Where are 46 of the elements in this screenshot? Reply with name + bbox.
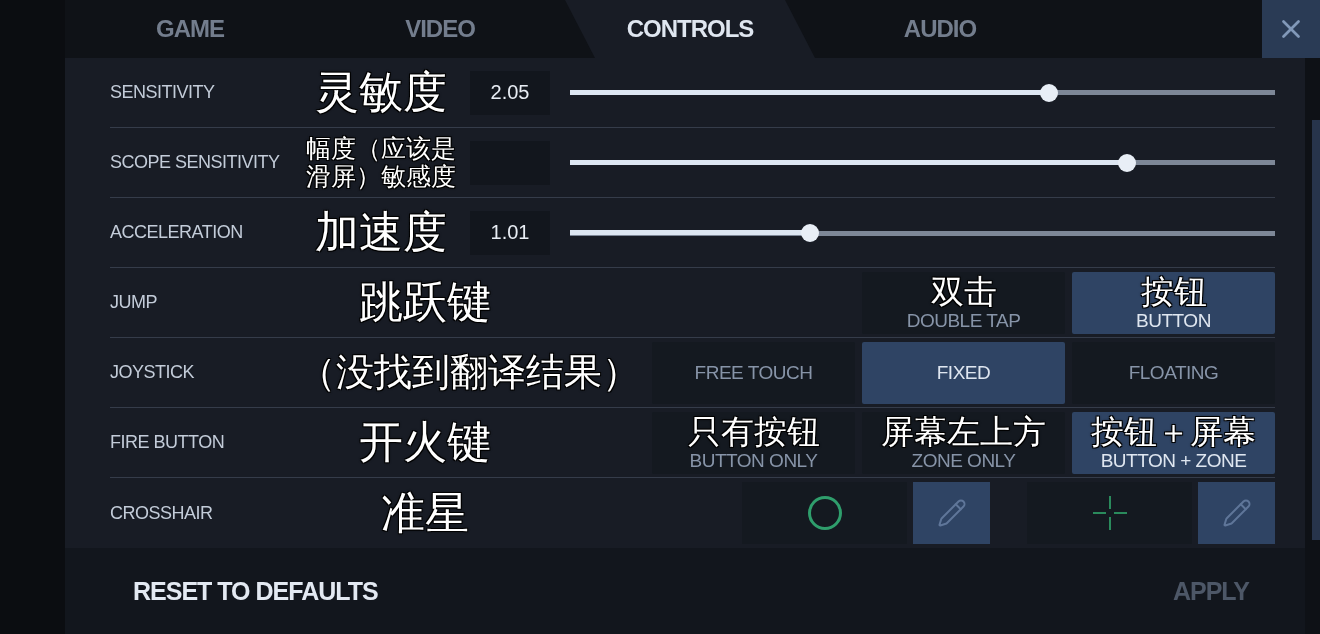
tab[interactable]: CONTROLS [565, 0, 815, 58]
setting-label: JOYSTICK [110, 362, 195, 383]
setting-label: ACCELERATION [110, 222, 244, 243]
value-readout: 1.01 [470, 210, 550, 255]
option-button[interactable]: 屏幕左上方 ZONE ONLY [862, 411, 1065, 474]
option-button[interactable]: 只有按钮 BUTTON ONLY [652, 411, 855, 474]
setting-label: SCOPE SENSITIVITY [110, 152, 281, 173]
slider-thumb[interactable] [1117, 153, 1136, 172]
annotation-text: 只有按钮 [687, 413, 820, 450]
option-button[interactable]: FLOATING [1072, 341, 1275, 404]
annotation-text: 准星 [381, 488, 469, 538]
annotation-text: 幅度（应该是滑屏）敏感度 [304, 135, 457, 190]
scrollbar-thumb[interactable] [1312, 120, 1320, 540]
option-button[interactable]: 按钮 BUTTON [1072, 271, 1275, 334]
setting-label: SENSITIVITY [110, 82, 216, 103]
annotation-text: 开火键 [359, 418, 491, 467]
tab[interactable]: AUDIO [815, 0, 1065, 58]
crosshair-icon [1092, 496, 1127, 530]
annotation-text: 加速度 [314, 208, 447, 257]
footer-button[interactable]: RESET TO DEFAULTS [127, 572, 384, 610]
annotation-text: （没找到翻译结果） [298, 351, 640, 394]
slider-thumb[interactable] [800, 223, 819, 242]
annotation-text: 跳跃键 [359, 278, 491, 327]
setting-label: JUMP [110, 292, 158, 313]
annotation-text: 双击 [930, 273, 997, 310]
annotation-text: 按钮＋屏幕 [1091, 413, 1256, 450]
pencil-icon [1221, 498, 1252, 528]
tab[interactable]: VIDEO [315, 0, 565, 58]
tab[interactable]: GAME [65, 0, 315, 58]
setting-label: CROSSHAIR [110, 502, 214, 524]
option-button[interactable]: 双击 DOUBLE TAP [862, 271, 1065, 334]
annotation-text: 按钮 [1140, 273, 1207, 310]
pencil-icon [936, 498, 967, 528]
crosshair-tile[interactable] [742, 482, 907, 544]
annotation-text: 灵敏度 [314, 68, 447, 117]
ring-icon [807, 496, 842, 530]
option-button[interactable]: FIXED [862, 341, 1065, 404]
option-button[interactable]: FREE TOUCH [652, 341, 855, 404]
slider-thumb[interactable] [1040, 83, 1059, 102]
annotation-text: 屏幕左上方 [881, 413, 1046, 450]
option-button[interactable]: 按钮＋屏幕 BUTTON + ZONE [1072, 411, 1275, 474]
value-readout: 2.05 [470, 70, 550, 115]
scrollbar[interactable] [1305, 58, 1320, 634]
close-button[interactable] [1262, 0, 1320, 58]
setting-label: FIRE BUTTON [110, 432, 226, 453]
crosshair-tile[interactable] [1027, 482, 1192, 544]
